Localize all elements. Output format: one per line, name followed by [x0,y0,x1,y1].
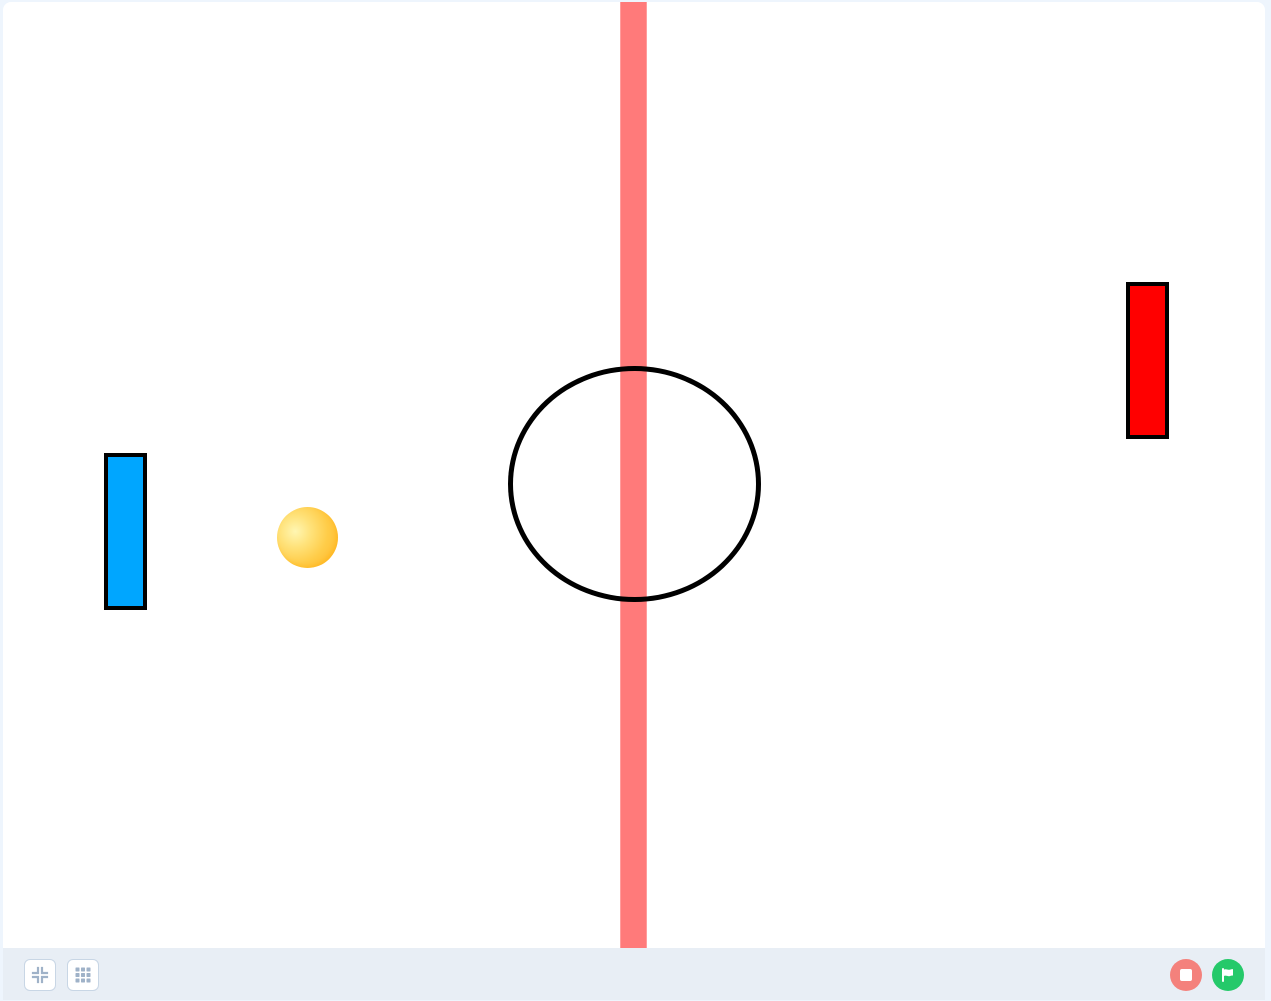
shrink-stage-button[interactable] [24,959,56,991]
left-paddle[interactable] [104,453,147,610]
game-stage[interactable] [3,2,1265,948]
app-frame [0,0,1271,1001]
right-paddle[interactable] [1126,282,1169,439]
stage-controls-bar [3,948,1265,1000]
stop-icon [1180,969,1192,981]
grid-icon [75,967,91,983]
shrink-icon [31,966,49,984]
stop-button[interactable] [1170,959,1202,991]
green-flag-icon [1222,968,1233,982]
center-circle [508,366,761,602]
green-flag-button[interactable] [1212,959,1244,991]
grid-view-button[interactable] [67,959,99,991]
ball[interactable] [277,507,338,568]
